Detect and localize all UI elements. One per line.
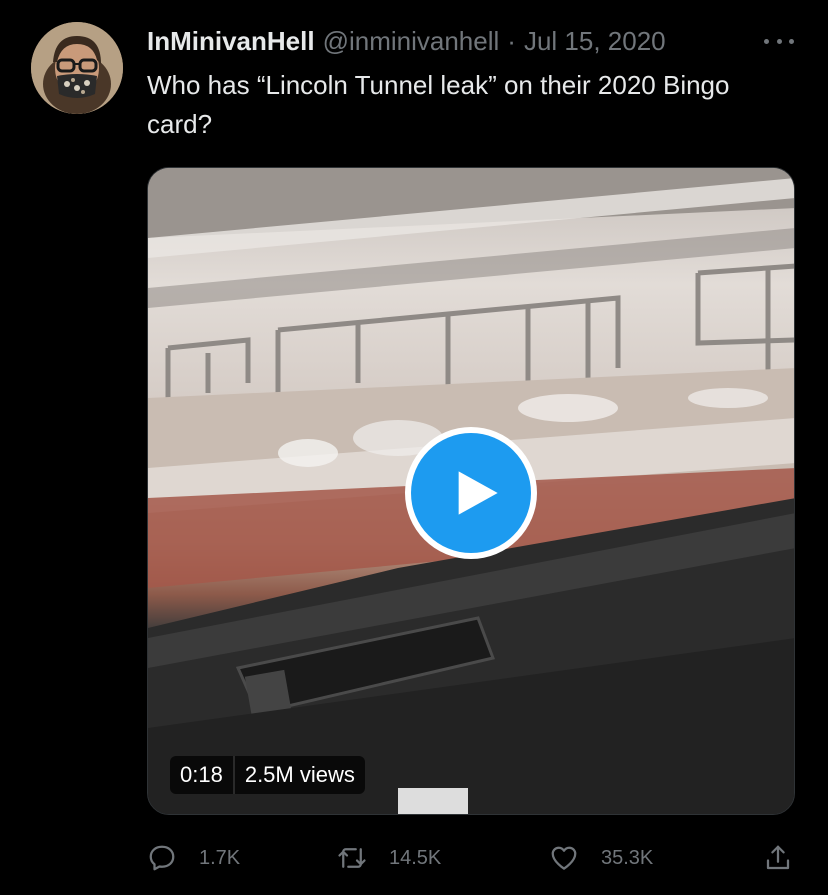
tweet-actions: 1.7K 14.5K 35.3K (147, 840, 797, 876)
video-info-badge: 0:18 2.5M views (170, 756, 365, 794)
tweet-text: Who has “Lincoln Tunnel leak” on their 2… (147, 70, 730, 139)
reply-icon (149, 845, 175, 871)
more-dot (789, 38, 794, 44)
play-button-inner (411, 433, 531, 553)
like-count: 35.3K (601, 846, 654, 869)
play-icon (458, 471, 498, 515)
retweet-count: 14.5K (389, 846, 442, 869)
play-button[interactable] (405, 427, 537, 559)
tweet-card: InMinivanHell @inminivanhell · Jul 15, 2… (0, 0, 828, 895)
heart-icon (551, 846, 577, 870)
share-button[interactable] (763, 840, 793, 876)
more-dot (764, 38, 769, 44)
reply-button[interactable]: 1.7K (147, 840, 240, 876)
more-dot (776, 38, 782, 44)
like-button[interactable]: 35.3K (549, 840, 653, 876)
retweet-icon (338, 848, 366, 868)
display-name[interactable]: InMinivanHell (147, 25, 315, 57)
video-player[interactable]: 0:18 2.5M views (147, 167, 795, 815)
more-horizontal-icon[interactable] (764, 30, 794, 52)
tweet-header: InMinivanHell @inminivanhell · Jul 15, 2… (147, 25, 666, 57)
video-views: 2.5M views (244, 762, 355, 787)
reply-count: 1.7K (199, 846, 241, 869)
tweet-date[interactable]: Jul 15, 2020 (524, 25, 666, 57)
share-icon (766, 845, 790, 870)
separator-dot: · (507, 26, 516, 56)
video-duration: 0:18 (180, 762, 223, 787)
user-handle[interactable]: @inminivanhell (323, 25, 500, 57)
retweet-button[interactable]: 14.5K (337, 840, 441, 876)
profile-photo-icon (31, 22, 123, 114)
avatar[interactable] (31, 22, 123, 114)
